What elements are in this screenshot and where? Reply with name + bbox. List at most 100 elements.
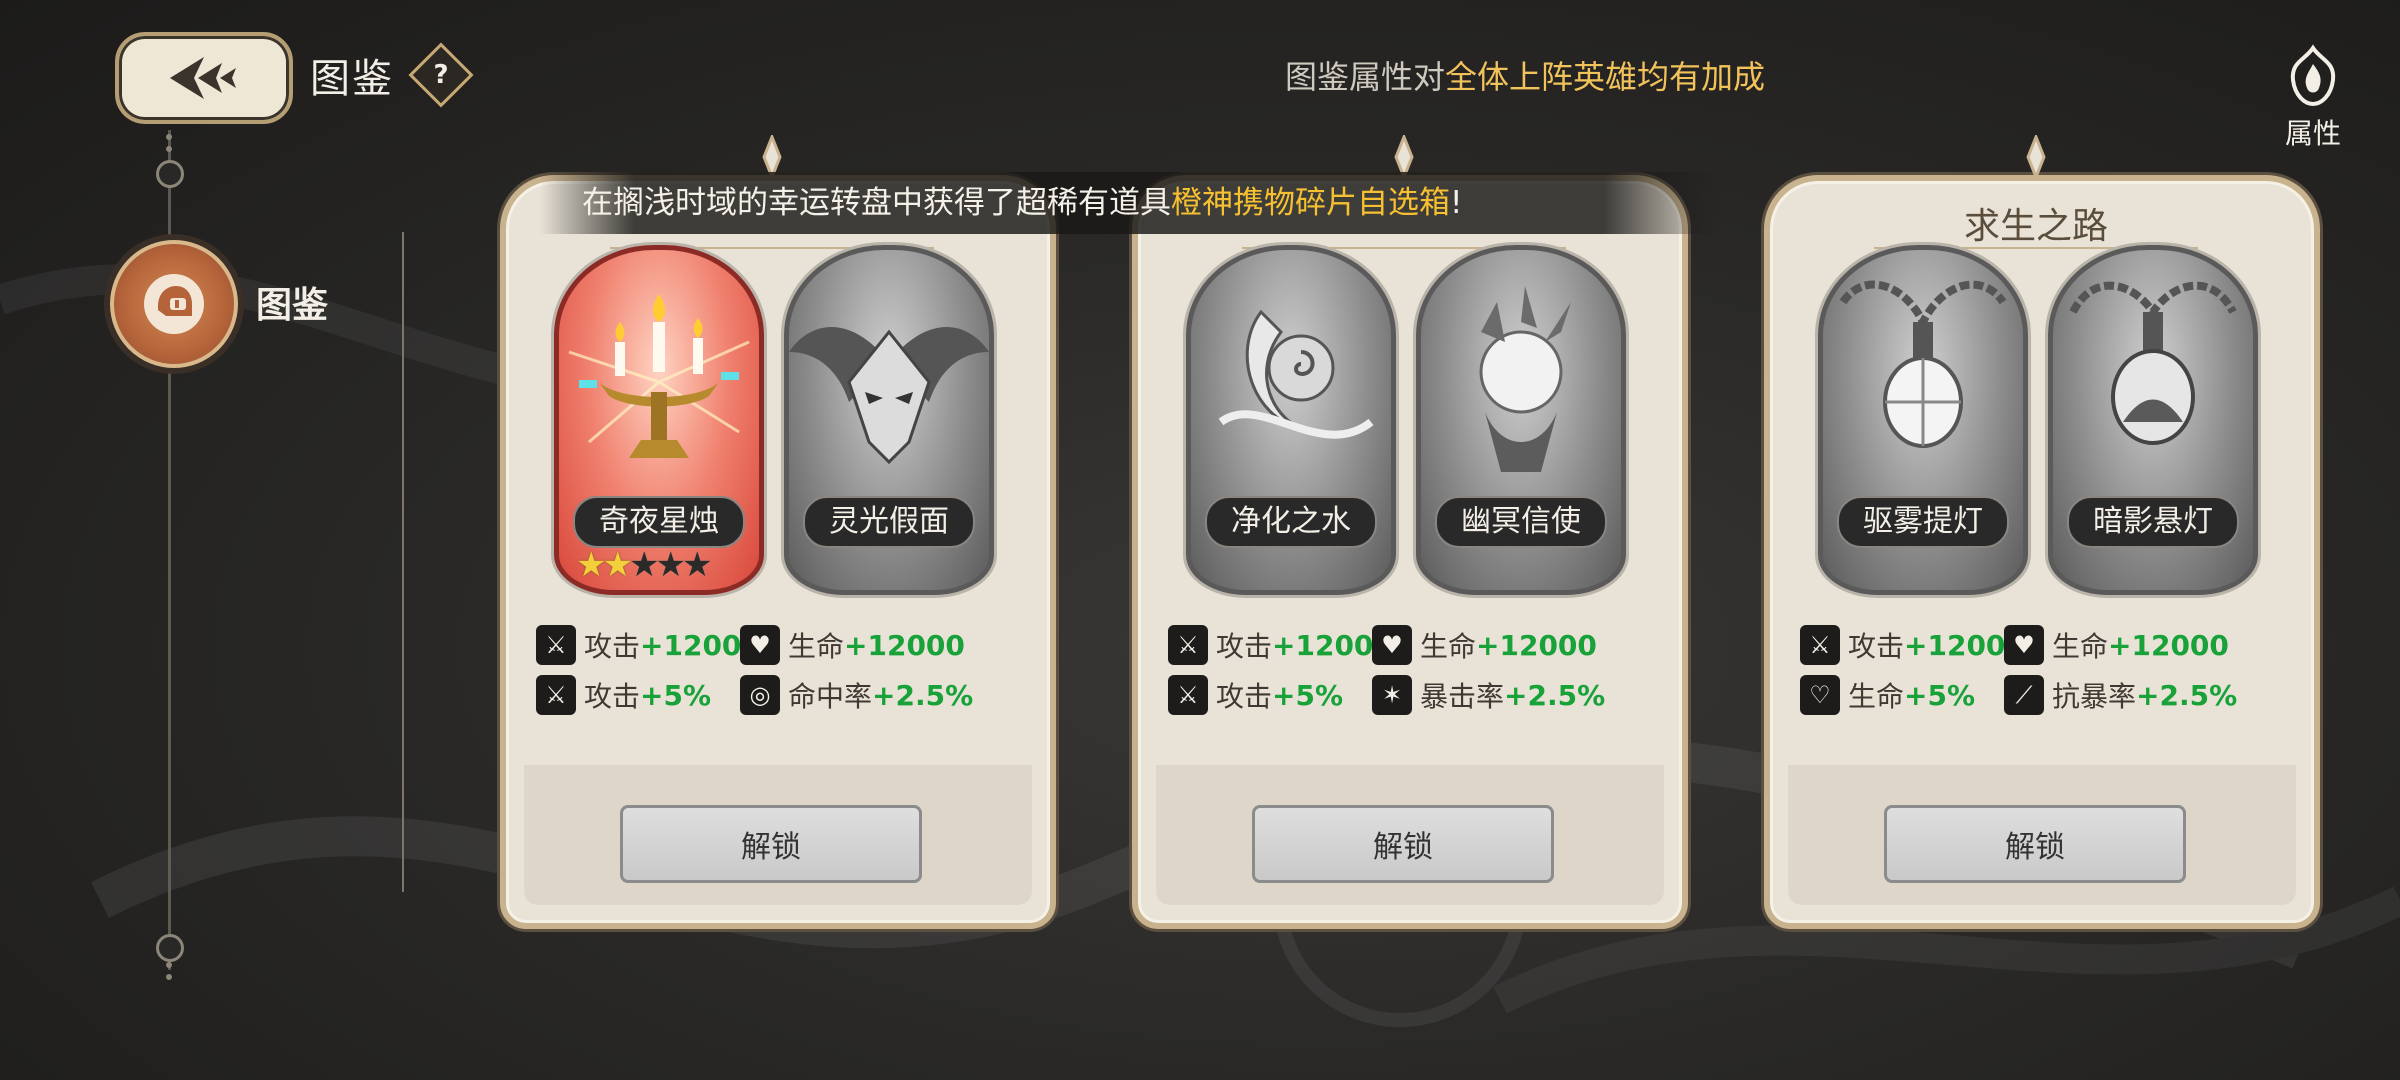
- stat-label: 攻击: [1848, 630, 1905, 663]
- flame-crest-icon: [2290, 44, 2336, 107]
- notice-prefix: 在搁浅时域的幸运转盘中获得了超稀有道具: [582, 185, 1171, 221]
- codex-slot-fog-lantern[interactable]: 驱雾提灯: [1818, 245, 2028, 595]
- codex-slot-messenger[interactable]: 幽冥信使: [1416, 245, 1626, 595]
- codex-slot-shadow-lantern[interactable]: 暗影悬灯: [2048, 245, 2258, 595]
- boot-icon: ⟋: [2004, 675, 2044, 715]
- slot-name: 净化之水: [1205, 496, 1377, 548]
- back-arrow-icon: [170, 57, 236, 99]
- heartbeat-icon: ♡: [1800, 675, 1840, 715]
- slot-name: 幽冥信使: [1435, 496, 1607, 548]
- star-filled-icon: ★: [576, 545, 607, 585]
- stat-label: 攻击: [584, 680, 641, 713]
- stat-label: 攻击: [1216, 630, 1273, 663]
- stat-value: +1200: [640, 628, 742, 662]
- lantern-icon: [2069, 281, 2237, 445]
- stat-value: +5%: [1904, 678, 1976, 712]
- header-note-prefix: 图鉴属性对: [1285, 58, 1446, 96]
- rail-dot: [166, 974, 172, 980]
- stat-label: 命中率: [788, 680, 873, 713]
- star-empty-icon: ★: [655, 545, 686, 585]
- heart-icon: ♥: [740, 625, 780, 665]
- rail-node: [156, 160, 184, 188]
- rail-node: [156, 934, 184, 962]
- header-note: 图鉴属性对全体上阵英雄均有加成: [1285, 52, 1765, 98]
- lantern-icon: [1839, 280, 2007, 448]
- stat-label: 攻击: [584, 630, 641, 663]
- stat-item: ♥ 生命 +12000: [2004, 625, 2229, 665]
- claw-orb-icon: [1479, 286, 1571, 472]
- stat-label: 生命: [788, 630, 845, 663]
- stat-item: ⚔ 攻击 +5%: [536, 675, 711, 715]
- claw-icon: ✶: [1372, 675, 1412, 715]
- attack-icon: ⚔: [1168, 675, 1208, 715]
- help-icon[interactable]: ?: [408, 42, 474, 108]
- stat-item: ⚔ 攻击 +1200: [1168, 625, 1373, 665]
- stat-label: 生命: [1848, 680, 1905, 713]
- system-notice-banner: 在搁浅时域的幸运转盘中获得了超稀有道具橙神携物碎片自选箱!: [540, 172, 1722, 234]
- rail-dot: [166, 962, 172, 968]
- stat-value: +2.5%: [2136, 678, 2238, 712]
- star-empty-icon: ★: [628, 545, 660, 585]
- sidebar-item-codex[interactable]: [110, 240, 238, 368]
- stat-value: +2.5%: [1504, 678, 1606, 712]
- stat-label: 暴击率: [1420, 680, 1505, 713]
- attack-icon: ⚔: [1800, 625, 1840, 665]
- stat-value: +12000: [1476, 628, 1597, 662]
- rail-dot: [166, 146, 172, 152]
- stat-item: ♥ 生命 +12000: [740, 625, 965, 665]
- slot-name: 奇夜星烛: [573, 496, 745, 548]
- question-mark-glyph: ?: [433, 60, 449, 90]
- stat-item: ⚔ 攻击 +1200: [1800, 625, 2005, 665]
- codex-card-2: 净化之水 幽冥信使 ⚔ 攻击 +1200 ♥ 生命 +12000 ⚔ 攻击 +5% ✶ 暴击率…: [1132, 135, 1688, 929]
- crest-ornament-icon: [2026, 135, 2046, 179]
- page-title: 图鉴: [310, 56, 394, 102]
- stat-label: 生命: [1420, 630, 1477, 663]
- back-button[interactable]: [115, 32, 293, 124]
- codex-slot-water[interactable]: 净化之水: [1186, 245, 1396, 595]
- stat-item: ◎ 命中率 +2.5%: [740, 675, 973, 715]
- sidebar-item-label: 图鉴: [256, 285, 329, 326]
- header-note-highlight: 全体上阵英雄均有加成: [1445, 58, 1766, 96]
- heart-icon: ♥: [1372, 625, 1412, 665]
- stat-item: ⟋ 抗暴率 +2.5%: [2004, 675, 2237, 715]
- notice-suffix: !: [1450, 185, 1463, 221]
- stat-value: +5%: [1272, 678, 1344, 712]
- stat-label: 攻击: [1216, 680, 1273, 713]
- codex-card-1: 奇夜星烛 ★★★★★ 灵光假面 ⚔ 攻击 +1200 ♥ 生命 +12000 ⚔ 攻击 +5…: [500, 135, 1056, 929]
- codex-card-3: 求生之路 驱雾提灯 暗影悬灯 ⚔ 攻击 +1200 ♥ 生命 +12000 ♡ 生命 +5%…: [1764, 135, 2320, 929]
- unlock-button[interactable]: 解锁: [1252, 805, 1554, 883]
- stat-label: 生命: [2052, 630, 2109, 663]
- stat-label: 抗暴率: [2052, 680, 2137, 713]
- star-empty-icon: ★: [681, 545, 713, 585]
- attack-icon: ⚔: [536, 675, 576, 715]
- candelabra-icon: [568, 294, 750, 458]
- attack-icon: ⚔: [536, 625, 576, 665]
- stat-value: +12000: [2108, 628, 2229, 662]
- stat-value: +1200: [1272, 628, 1374, 662]
- slot-name: 暗影悬灯: [2067, 496, 2239, 548]
- stat-value: +1200: [1904, 628, 2006, 662]
- stat-value: +2.5%: [872, 678, 974, 712]
- winged-mask-icon: [789, 327, 989, 465]
- notice-highlight: 橙神携物碎片自选箱: [1171, 185, 1450, 221]
- stat-value: +12000: [844, 628, 965, 662]
- stat-value: +5%: [640, 678, 712, 712]
- target-icon: ◎: [740, 675, 780, 715]
- stat-item: ♥ 生命 +12000: [1372, 625, 1597, 665]
- sidebar-divider: [402, 232, 404, 892]
- moon-orb-icon: [1218, 309, 1374, 439]
- stat-item: ✶ 暴击率 +2.5%: [1372, 675, 1605, 715]
- rail-dot: [166, 134, 172, 140]
- slot-name: 驱雾提灯: [1837, 496, 2009, 548]
- codex-slot-mask[interactable]: 灵光假面: [784, 245, 994, 595]
- stat-item: ⚔ 攻击 +5%: [1168, 675, 1343, 715]
- unlock-button[interactable]: 解锁: [1884, 805, 2186, 883]
- unlock-button[interactable]: 解锁: [620, 805, 922, 883]
- slot-name: 灵光假面: [803, 496, 975, 548]
- codex-slot-candle[interactable]: 奇夜星烛: [554, 245, 764, 595]
- star-rating: ★★★★★: [576, 545, 713, 585]
- attack-icon: ⚔: [1168, 625, 1208, 665]
- heart-icon: ♥: [2004, 625, 2044, 665]
- star-filled-icon: ★: [602, 545, 633, 585]
- card-title: 求生之路: [1963, 206, 2108, 247]
